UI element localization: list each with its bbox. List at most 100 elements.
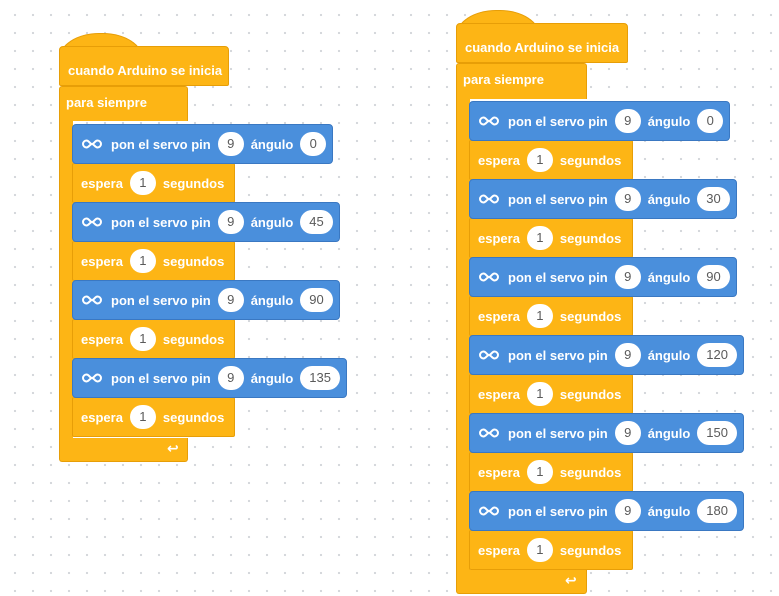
wait-block[interactable]: espera 1 segundos xyxy=(469,530,633,570)
servo-label: pon el servo pin xyxy=(508,347,608,363)
angle-input[interactable]: 180 xyxy=(697,499,737,523)
infinity-icon xyxy=(82,373,102,383)
seconds-label: segundos xyxy=(559,230,622,246)
seconds-label: segundos xyxy=(162,331,225,347)
forever-loop-block[interactable]: para siempre xyxy=(59,86,188,121)
loop-arrow-icon: ↩ xyxy=(167,440,179,456)
pin-input[interactable]: 9 xyxy=(614,109,641,133)
infinity-icon xyxy=(479,506,499,516)
servo-block[interactable]: pon el servo pin 9 ángulo 0 xyxy=(469,101,731,141)
angle-input[interactable]: 150 xyxy=(697,421,737,445)
angle-input[interactable]: 0 xyxy=(300,132,327,156)
servo-block[interactable]: pon el servo pin 9 ángulo 180 xyxy=(469,491,744,531)
angle-label: ángulo xyxy=(250,370,294,386)
seconds-input[interactable]: 1 xyxy=(526,148,553,172)
forever-loop-arm xyxy=(456,98,470,572)
wait-label: espera xyxy=(478,230,520,246)
angle-label: ángulo xyxy=(647,191,691,207)
forever-loop-label: para siempre xyxy=(463,72,544,87)
pin-input[interactable]: 9 xyxy=(217,132,244,156)
seconds-input[interactable]: 1 xyxy=(526,382,553,406)
seconds-input[interactable]: 1 xyxy=(129,171,156,195)
wait-block[interactable]: espera 1 segundos xyxy=(469,374,633,414)
angle-label: ángulo xyxy=(647,503,691,519)
wait-label: espera xyxy=(81,175,123,191)
infinity-icon xyxy=(479,116,499,126)
forever-loop-footer: ↩ xyxy=(59,438,188,462)
seconds-input[interactable]: 1 xyxy=(526,460,553,484)
forever-loop-footer: ↩ xyxy=(456,570,587,594)
infinity-icon xyxy=(82,139,102,149)
angle-input[interactable]: 0 xyxy=(697,109,724,133)
servo-block[interactable]: pon el servo pin 9 ángulo 150 xyxy=(469,413,744,453)
angle-input[interactable]: 30 xyxy=(697,187,730,211)
wait-block[interactable]: espera 1 segundos xyxy=(72,241,235,281)
when-arduino-starts-block[interactable]: cuando Arduino se inicia xyxy=(456,10,628,63)
angle-label: ángulo xyxy=(250,214,294,230)
angle-input[interactable]: 90 xyxy=(697,265,730,289)
angle-label: ángulo xyxy=(647,347,691,363)
servo-label: pon el servo pin xyxy=(508,191,608,207)
infinity-icon xyxy=(479,428,499,438)
servo-block[interactable]: pon el servo pin 9 ángulo 120 xyxy=(469,335,744,375)
seconds-input[interactable]: 1 xyxy=(526,226,553,250)
servo-block[interactable]: pon el servo pin 9 ángulo 90 xyxy=(72,280,340,320)
servo-block[interactable]: pon el servo pin 9 ángulo 135 xyxy=(72,358,347,398)
pin-input[interactable]: 9 xyxy=(217,210,244,234)
seconds-label: segundos xyxy=(162,253,225,269)
infinity-icon xyxy=(479,272,499,282)
pin-input[interactable]: 9 xyxy=(614,499,641,523)
when-arduino-starts-block[interactable]: cuando Arduino se inicia xyxy=(59,33,229,86)
wait-block[interactable]: espera 1 segundos xyxy=(469,296,633,336)
seconds-input[interactable]: 1 xyxy=(129,327,156,351)
pin-input[interactable]: 9 xyxy=(614,265,641,289)
seconds-input[interactable]: 1 xyxy=(129,405,156,429)
servo-label: pon el servo pin xyxy=(111,370,211,386)
pin-input[interactable]: 9 xyxy=(614,421,641,445)
wait-block[interactable]: espera 1 segundos xyxy=(469,140,633,180)
angle-label: ángulo xyxy=(647,425,691,441)
servo-label: pon el servo pin xyxy=(508,503,608,519)
angle-input[interactable]: 90 xyxy=(300,288,333,312)
seconds-label: segundos xyxy=(559,308,622,324)
servo-block[interactable]: pon el servo pin 9 ángulo 45 xyxy=(72,202,340,242)
wait-label: espera xyxy=(478,542,520,558)
forever-loop-arm xyxy=(59,120,73,440)
servo-block[interactable]: pon el servo pin 9 ángulo 90 xyxy=(469,257,737,297)
servo-label: pon el servo pin xyxy=(111,136,211,152)
loop-arrow-icon: ↩ xyxy=(565,572,577,588)
wait-block[interactable]: espera 1 segundos xyxy=(469,218,633,258)
angle-label: ángulo xyxy=(250,292,294,308)
wait-label: espera xyxy=(81,331,123,347)
wait-block[interactable]: espera 1 segundos xyxy=(469,452,633,492)
angle-input[interactable]: 135 xyxy=(300,366,340,390)
pin-input[interactable]: 9 xyxy=(217,366,244,390)
wait-block[interactable]: espera 1 segundos xyxy=(72,397,235,437)
seconds-input[interactable]: 1 xyxy=(526,538,553,562)
angle-input[interactable]: 120 xyxy=(697,343,737,367)
angle-input[interactable]: 45 xyxy=(300,210,333,234)
wait-block[interactable]: espera 1 segundos xyxy=(72,163,235,203)
pin-input[interactable]: 9 xyxy=(614,187,641,211)
seconds-label: segundos xyxy=(162,175,225,191)
servo-block[interactable]: pon el servo pin 9 ángulo 0 xyxy=(72,124,334,164)
wait-label: espera xyxy=(478,152,520,168)
pin-input[interactable]: 9 xyxy=(217,288,244,312)
servo-block[interactable]: pon el servo pin 9 ángulo 30 xyxy=(469,179,737,219)
infinity-icon xyxy=(479,194,499,204)
angle-label: ángulo xyxy=(250,136,294,152)
seconds-input[interactable]: 1 xyxy=(129,249,156,273)
pin-input[interactable]: 9 xyxy=(614,343,641,367)
servo-label: pon el servo pin xyxy=(111,292,211,308)
servo-label: pon el servo pin xyxy=(508,269,608,285)
wait-label: espera xyxy=(81,409,123,425)
servo-label: pon el servo pin xyxy=(111,214,211,230)
wait-label: espera xyxy=(478,464,520,480)
wait-label: espera xyxy=(478,308,520,324)
seconds-label: segundos xyxy=(559,464,622,480)
seconds-input[interactable]: 1 xyxy=(526,304,553,328)
servo-label: pon el servo pin xyxy=(508,425,608,441)
seconds-label: segundos xyxy=(162,409,225,425)
forever-loop-block[interactable]: para siempre xyxy=(456,63,587,99)
wait-block[interactable]: espera 1 segundos xyxy=(72,319,235,359)
